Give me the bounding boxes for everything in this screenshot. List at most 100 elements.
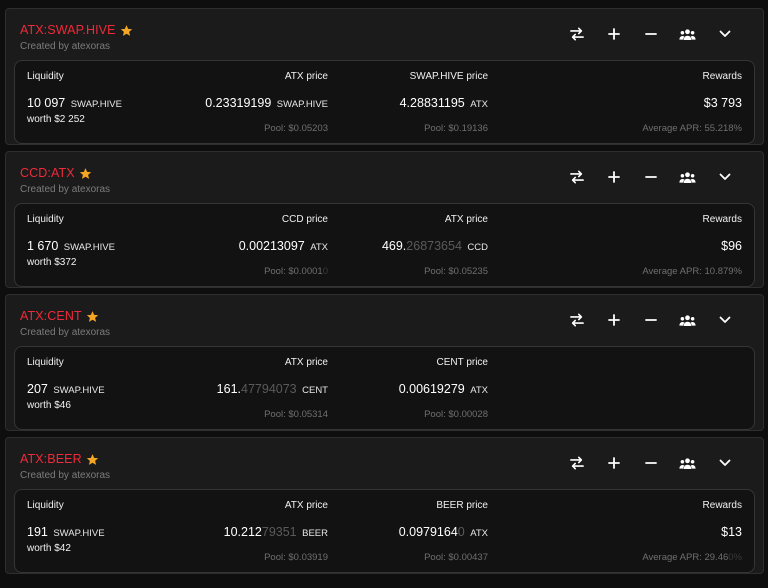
plus-icon (607, 171, 620, 183)
pool-name-link[interactable]: ATX:BEER (20, 452, 99, 466)
pool-actions (558, 309, 743, 331)
price2-amount: 0.00619279 (398, 382, 465, 396)
pool-name-link[interactable]: ATX:SWAP.HIVE (20, 23, 133, 37)
expand-button[interactable] (706, 309, 743, 331)
liquidity-value: 207 SWAP.HIVE (27, 382, 105, 396)
minus-icon (644, 457, 657, 469)
price2-amount: 4.28831195 (399, 96, 465, 110)
remove-liquidity-button[interactable] (632, 23, 669, 45)
remove-liquidity-button[interactable] (632, 309, 669, 331)
holders-button[interactable] (669, 23, 706, 45)
liquidity-label: Liquidity (27, 71, 64, 82)
price2-pool-text: Pool: $0.19136 (424, 123, 488, 134)
price1-amount-faded: 79351 (261, 525, 297, 539)
average-apr: Average APR: 10.879% (642, 266, 742, 277)
pool-creator: Created by atexoras (20, 184, 111, 195)
pool-actions (558, 452, 743, 474)
swap-button[interactable] (558, 166, 595, 188)
pool-name: ATX:SWAP.HIVE (20, 23, 116, 37)
price2-column: SWAP.HIVE price 4.28831195 ATX Pool: $0.… (315, 61, 488, 145)
price2-value: 0.09791640 ATX (399, 525, 488, 539)
add-liquidity-button[interactable] (595, 166, 632, 188)
pool-header: ATX:CENT Created by atexoras (20, 307, 110, 338)
pool-name-link[interactable]: CCD:ATX (20, 166, 92, 180)
pool-creator: Created by atexoras (20, 41, 111, 52)
swap-button[interactable] (558, 452, 595, 474)
users-icon (679, 28, 696, 41)
expand-button[interactable] (706, 23, 743, 45)
pool-stats-card: Liquidity 191 SWAP.HIVE worth $42 ATX pr… (14, 489, 755, 573)
price1-amount: 0.23319199 (205, 96, 272, 110)
apr-text: Average APR: 10.879% (642, 266, 742, 277)
price2-unit: ATX (470, 99, 488, 110)
pool-panel: ATX:SWAP.HIVE Created by atexoras Liquid… (5, 8, 764, 145)
price2-label: BEER price (436, 500, 488, 511)
rewards-label: Rewards (702, 500, 742, 511)
liquidity-worth: worth $42 (27, 543, 71, 554)
swap-icon (569, 313, 584, 327)
star-icon[interactable] (120, 24, 133, 37)
price1-amount-faded: 47794073 (241, 382, 297, 396)
swap-button[interactable] (558, 309, 595, 331)
liquidity-label: Liquidity (27, 357, 64, 368)
price1-pool-text: Pool: $0.0001 (264, 266, 323, 277)
holders-button[interactable] (669, 309, 706, 331)
swap-button[interactable] (558, 23, 595, 45)
price2-label: CENT price (436, 357, 489, 368)
average-apr: Average APR: 55.218% (642, 123, 742, 134)
price2-amount: 469. (381, 239, 407, 253)
add-liquidity-button[interactable] (595, 452, 632, 474)
price2-unit: CCD (467, 242, 488, 253)
apr-text-faded: 0% (728, 552, 742, 563)
chevron-down-icon (719, 173, 731, 181)
holders-button[interactable] (669, 452, 706, 474)
add-liquidity-button[interactable] (595, 309, 632, 331)
pool-name: ATX:CENT (20, 309, 82, 323)
add-liquidity-button[interactable] (595, 23, 632, 45)
liquidity-value: 10 097 SWAP.HIVE (27, 96, 122, 110)
liquidity-amount: 207 (27, 382, 48, 396)
price1-column: ATX price 10.21279351 BEER Pool: $0.0391… (125, 490, 328, 574)
pool-name-link[interactable]: ATX:CENT (20, 309, 99, 323)
price2-value: 469.26873654 CCD (382, 239, 488, 253)
liquidity-amount: 191 (27, 525, 48, 539)
swap-icon (569, 27, 584, 41)
minus-icon (644, 171, 657, 183)
remove-liquidity-button[interactable] (632, 452, 669, 474)
plus-icon (607, 28, 620, 40)
holders-button[interactable] (669, 166, 706, 188)
rewards-label: Rewards (702, 214, 742, 225)
price1-column: ATX price 161.47794073 CENT Pool: $0.053… (125, 347, 328, 431)
remove-liquidity-button[interactable] (632, 166, 669, 188)
price1-value: 0.23319199 SWAP.HIVE (205, 96, 328, 110)
expand-button[interactable] (706, 452, 743, 474)
price2-pool-text: Pool: $0.00437 (424, 552, 488, 563)
price2-pool-value: Pool: $0.19136 (424, 123, 488, 134)
price1-value: 10.21279351 BEER (224, 525, 328, 539)
plus-icon (607, 314, 620, 326)
star-icon[interactable] (86, 453, 99, 466)
expand-button[interactable] (706, 166, 743, 188)
price2-column: ATX price 469.26873654 CCD Pool: $0.0523… (315, 204, 488, 288)
liquidity-unit: SWAP.HIVE (53, 385, 105, 396)
liquidity-label: Liquidity (27, 500, 64, 511)
price1-amount: 10.212 (223, 525, 262, 539)
chevron-down-icon (719, 30, 731, 38)
rewards-value: $3 793 (703, 96, 742, 110)
price1-column: CCD price 0.00213097 ATX Pool: $0.00010 (125, 204, 328, 288)
pool-creator: Created by atexoras (20, 470, 111, 481)
star-icon[interactable] (86, 310, 99, 323)
rewards-value: $13 (721, 525, 742, 539)
liquidity-worth: worth $2 252 (27, 114, 85, 125)
liquidity-value: 1 670 SWAP.HIVE (27, 239, 115, 253)
rewards-column (535, 347, 742, 431)
price2-amount-faded: 26873654 (406, 239, 462, 253)
pool-creator: Created by atexoras (20, 327, 111, 338)
star-icon[interactable] (79, 167, 92, 180)
price2-column: BEER price 0.09791640 ATX Pool: $0.00437 (315, 490, 488, 574)
rewards-column: Rewards $13 Average APR: 29.460% (535, 490, 742, 574)
price2-pool-value: Pool: $0.00028 (424, 409, 488, 420)
liquidity-value: 191 SWAP.HIVE (27, 525, 105, 539)
apr-text: Average APR: 29.46 (642, 552, 729, 563)
price2-amount-faded: 0 (457, 525, 465, 539)
